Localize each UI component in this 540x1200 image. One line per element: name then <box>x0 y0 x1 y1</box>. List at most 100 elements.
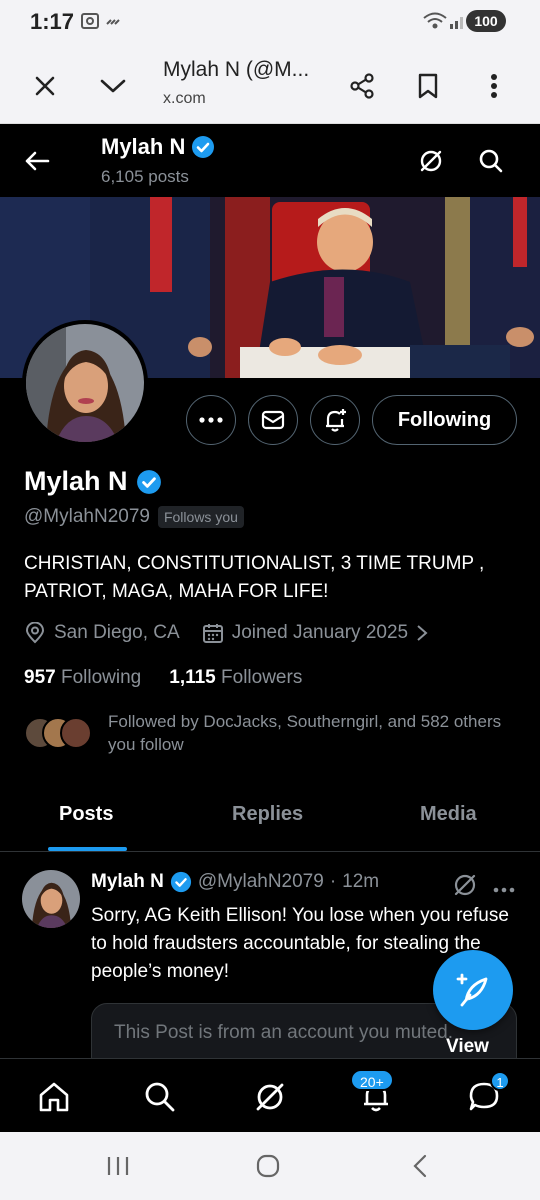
post-author-handle: @MylahN2079 <box>197 871 324 892</box>
more-vertical-icon <box>491 74 497 98</box>
more-options-button[interactable] <box>186 395 236 445</box>
profile-name: Mylah N <box>24 466 162 497</box>
muted-notice: This Post is from an account you muted. <box>114 1022 453 1043</box>
followed-by-avatars <box>24 717 94 751</box>
wifi-icon <box>422 11 448 35</box>
search-icon <box>145 1082 175 1112</box>
joined-text[interactable]: Joined January 2025 <box>232 622 408 644</box>
app-screen: 1:17 100 Mylah N (@M... x.com Mylah N 6,… <box>0 0 540 1200</box>
chevron-right-icon[interactable] <box>416 624 428 642</box>
tab-replies[interactable]: Replies <box>232 803 303 826</box>
notify-button[interactable] <box>310 395 360 445</box>
back-button[interactable] <box>17 141 57 181</box>
followers-label: Followers <box>221 667 303 688</box>
status-time: 1:17 <box>30 9 75 34</box>
bookmark-button[interactable] <box>406 64 450 108</box>
grok-icon <box>256 1083 284 1111</box>
profile-name-text: Mylah N <box>24 466 128 496</box>
bottom-navigation: 20+ 1 <box>0 1058 540 1132</box>
close-icon <box>35 76 55 96</box>
message-button[interactable] <box>248 395 298 445</box>
post-count: 6,105 posts <box>101 167 189 186</box>
location-icon <box>25 622 45 644</box>
compose-feather-icon <box>456 973 488 1007</box>
tab-media[interactable]: Media <box>420 803 477 826</box>
messages-badge: 1 <box>490 1071 510 1091</box>
verified-badge-icon[interactable] <box>136 469 162 495</box>
more-horizontal-icon <box>493 887 515 893</box>
system-navigation-bar <box>0 1132 540 1200</box>
verified-badge-icon <box>170 871 191 893</box>
search-icon <box>479 149 503 173</box>
close-tab-button[interactable] <box>23 64 67 108</box>
following-label: Following <box>60 667 142 688</box>
profile-bio: CHRISTIAN, CONSTITUTIONALIST, 3 TIME TRU… <box>24 553 485 602</box>
mail-icon <box>261 410 285 430</box>
compose-post-button[interactable] <box>433 950 513 1030</box>
nav-grok[interactable] <box>250 1077 290 1117</box>
following-count: 957 <box>24 667 56 688</box>
home-circle-icon <box>256 1154 280 1178</box>
search-button[interactable] <box>471 141 511 181</box>
battery-indicator: 100 <box>466 10 506 32</box>
cell-signal-icon <box>449 12 467 34</box>
recent-apps-button[interactable] <box>98 1150 138 1182</box>
expand-button[interactable] <box>91 64 135 108</box>
post-header: Mylah N @MylahN2079 · 12m <box>91 871 379 893</box>
followers-count: 1,115 <box>169 667 216 688</box>
share-button[interactable] <box>340 64 384 108</box>
profile-handle-row: @MylahN2079 Follows you <box>24 506 244 528</box>
header-name-text: Mylah N <box>101 134 186 159</box>
nav-search[interactable] <box>140 1077 180 1117</box>
status-bar: 1:17 100 <box>0 0 540 44</box>
post-author-name[interactable]: Mylah N <box>91 871 164 893</box>
home-system-button[interactable] <box>248 1150 288 1182</box>
calendar-icon <box>202 624 223 643</box>
view-label[interactable]: View <box>446 1036 489 1058</box>
tab-posts[interactable]: Posts <box>59 803 113 826</box>
back-system-button[interactable] <box>400 1150 440 1182</box>
profile-header-bar: Mylah N 6,105 posts <box>0 125 540 197</box>
profile-meta: San Diego, CA Joined January 2025 <box>24 622 428 644</box>
active-tab-indicator <box>48 847 127 851</box>
profile-tabs: Posts Replies Media <box>0 782 540 852</box>
bell-plus-icon <box>326 409 346 432</box>
following-button[interactable]: Following <box>372 395 517 445</box>
more-horizontal-icon <box>199 417 223 423</box>
tab-title[interactable]: Mylah N (@M... <box>163 58 309 82</box>
bookmark-icon <box>418 73 438 99</box>
post-author-avatar[interactable] <box>22 870 80 928</box>
share-icon <box>350 73 374 99</box>
followed-by-text[interactable]: Followed by DocJacks, Southerngirl, and … <box>108 710 518 756</box>
location-text: San Diego, CA <box>54 622 180 643</box>
recent-apps-icon <box>107 1157 129 1175</box>
grok-icon <box>454 874 476 896</box>
follows-you-badge: Follows you <box>157 506 244 528</box>
grok-button[interactable] <box>411 141 451 181</box>
notifications-badge: 20+ <box>350 1069 394 1091</box>
avatar-image <box>26 324 144 442</box>
post-time[interactable]: 12m <box>342 871 379 893</box>
nav-home[interactable] <box>34 1077 74 1117</box>
profile-handle: @MylahN2079 <box>24 506 150 527</box>
profile-avatar[interactable] <box>22 320 148 446</box>
home-icon <box>39 1082 69 1112</box>
back-arrow-icon <box>25 151 50 171</box>
grok-icon <box>420 150 442 172</box>
tab-url[interactable]: x.com <box>163 90 206 108</box>
followers-count-link[interactable]: 1,115 Followers <box>169 667 302 689</box>
header-name: Mylah N <box>101 134 215 160</box>
verified-badge-icon <box>192 136 215 158</box>
back-chevron-icon <box>413 1154 427 1178</box>
chevron-down-icon <box>100 79 126 93</box>
post-more-button[interactable] <box>493 880 517 893</box>
avatar <box>60 717 92 749</box>
browser-toolbar: Mylah N (@M... x.com <box>0 44 540 124</box>
screenshot-icon <box>80 12 100 34</box>
signal-muted-icon <box>105 12 121 32</box>
follow-counts: 957 Following 1,115 Followers <box>24 667 302 689</box>
more-menu-button[interactable] <box>472 64 516 108</box>
post-grok-button[interactable] <box>452 872 480 900</box>
post-separator: · <box>329 871 337 892</box>
following-count-link[interactable]: 957 Following <box>24 667 141 689</box>
